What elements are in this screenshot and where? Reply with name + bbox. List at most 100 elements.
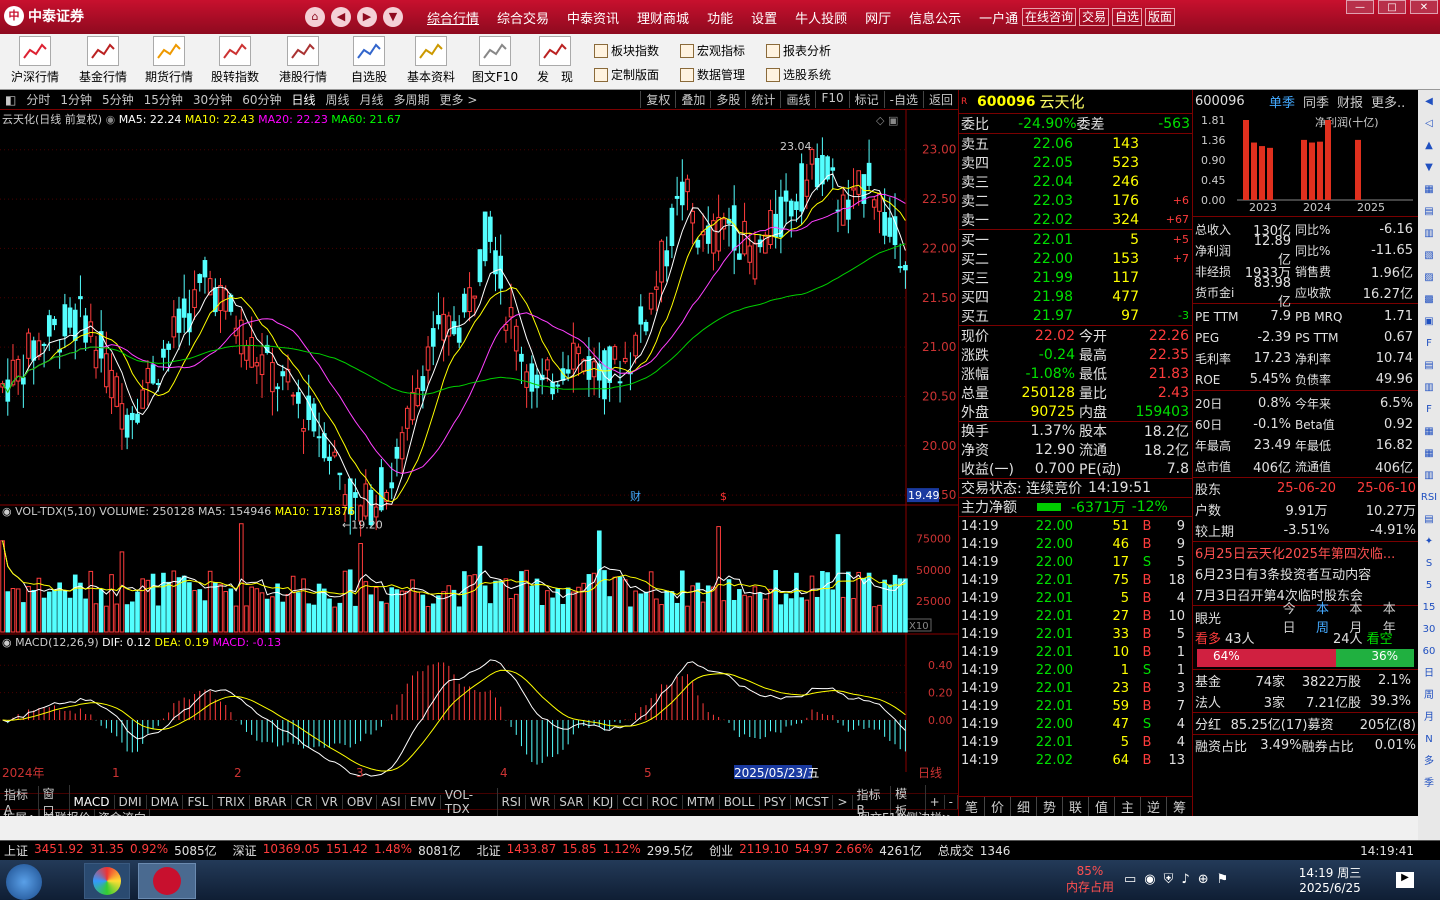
indicator-tab[interactable]: TRIX — [213, 794, 250, 809]
index-quote[interactable]: 北证 1433.87 15.85 1.12% 299.5亿 — [477, 842, 693, 859]
toolbar-button[interactable]: 期货行情 — [140, 36, 198, 85]
news-item[interactable]: 6月23日有3条投资者互动内容 — [1193, 563, 1418, 584]
indicator-tab[interactable]: FSL — [183, 794, 214, 809]
side-tool-icon[interactable]: 季 — [1420, 774, 1438, 794]
toolbar-small-button[interactable]: 定制版面 — [594, 66, 659, 83]
top-right-button[interactable]: 交易 — [1079, 8, 1110, 26]
chart-tool-button[interactable]: 返回 — [922, 91, 958, 108]
finance-tab[interactable]: 同季 — [1303, 92, 1329, 111]
show-desktop-icon[interactable]: ▶ — [1396, 872, 1414, 888]
side-tool-icon[interactable]: ▤ — [1420, 510, 1438, 530]
chart-tool-button[interactable]: 多股 — [710, 91, 745, 108]
menu-item[interactable]: 中泰资讯 — [558, 8, 628, 27]
menu-item[interactable]: 理财商城 — [628, 8, 698, 27]
side-tool-icon[interactable]: ▥ — [1420, 378, 1438, 398]
quote-tab[interactable]: 联 — [1063, 797, 1089, 816]
orderbook-row[interactable]: 卖二 22.03 176 +6 — [959, 191, 1192, 210]
indicator-tab[interactable]: > — [833, 794, 853, 809]
period-tab[interactable]: 分时 — [21, 91, 55, 108]
browser-taskbar-icon[interactable] — [84, 863, 130, 899]
finance-marker[interactable]: 财 — [630, 489, 641, 503]
side-tool-icon[interactable]: ✦ — [1420, 532, 1438, 552]
indicator-tab[interactable]: DMA — [147, 794, 184, 809]
toolbar-button[interactable]: 图文F10 — [466, 36, 524, 85]
menu-item[interactable]: 网厅 — [856, 8, 900, 27]
chart-tool-button[interactable]: 标记 — [848, 91, 884, 108]
side-tool-icon[interactable]: N — [1420, 730, 1438, 750]
news-item[interactable]: 6月25日云天化2025年第四次临... — [1193, 542, 1418, 563]
side-tool-icon[interactable]: S — [1420, 554, 1438, 574]
back-icon[interactable]: ◀ — [331, 7, 351, 27]
indicator-tab[interactable]: VR — [317, 794, 343, 809]
index-quote[interactable]: 深证 10369.05 151.42 1.48% 8081亿 — [233, 842, 461, 859]
close-icon[interactable]: ✕ — [1410, 0, 1438, 14]
side-tool-icon[interactable]: ◀ — [1420, 92, 1438, 112]
toolbar-small-button[interactable]: 数据管理 — [680, 66, 745, 83]
indicator-tab[interactable]: MACD — [70, 794, 115, 809]
shield-icon[interactable]: ⛨ — [1164, 872, 1174, 887]
chart-tool-button[interactable]: -自选 — [883, 91, 923, 108]
side-tool-icon[interactable]: ◁ — [1420, 114, 1438, 134]
indicator-tab[interactable]: OBV — [343, 794, 378, 809]
orderbook-row[interactable]: 买五 21.97 97 -3 — [959, 306, 1192, 325]
quote-tab[interactable]: 主 — [1115, 797, 1141, 816]
indicator-tab[interactable]: SAR — [555, 794, 589, 809]
side-tool-icon[interactable]: 月 — [1420, 708, 1438, 728]
index-quote[interactable]: 创业 2119.10 54.97 2.66% 4261亿 — [709, 842, 922, 859]
indicator-tab[interactable]: ASI — [377, 794, 406, 809]
indicator-tab[interactable]: - — [945, 794, 958, 809]
top-right-button[interactable]: 自选 — [1112, 8, 1143, 26]
start-button[interactable] — [6, 864, 42, 900]
finance-tab[interactable]: 财报 — [1337, 92, 1363, 111]
indicator-tab[interactable]: BOLL — [720, 794, 760, 809]
period-tab[interactable]: 周线 — [321, 91, 355, 108]
side-tool-icon[interactable]: ▦ — [1420, 444, 1438, 464]
toolbar-button[interactable]: 沪深行情 — [6, 36, 64, 85]
top-right-button[interactable]: 版面 — [1145, 8, 1176, 26]
indicator-tab[interactable]: MTM — [683, 794, 720, 809]
quote-tab[interactable]: 笔 — [959, 797, 985, 816]
kline-chart[interactable]: 23.0022.5022.0021.5021.0020.5020.0019.50… — [0, 110, 958, 794]
menu-item[interactable]: 牛人投顾 — [786, 8, 856, 27]
volume-icon[interactable]: ♪ — [1181, 872, 1189, 887]
toolbar-small-button[interactable]: 选股系统 — [766, 66, 831, 83]
toolbar-button[interactable]: 发 现 — [526, 36, 584, 85]
menu-item[interactable]: 设置 — [742, 8, 786, 27]
quote-tab[interactable]: 筹 — [1167, 797, 1193, 816]
side-tool-icon[interactable]: ▧ — [1420, 246, 1438, 266]
dividend-marker[interactable]: $ — [720, 490, 727, 503]
indicator-tab[interactable]: CCI — [618, 794, 648, 809]
period-tab[interactable]: 月线 — [355, 91, 389, 108]
toolbar-button[interactable]: 基本资料 — [402, 36, 460, 85]
indicator-tab[interactable]: RSI — [498, 794, 526, 809]
quote-tab[interactable]: 细 — [1011, 797, 1037, 816]
network-icon[interactable]: ⊕ — [1198, 872, 1209, 887]
menu-item[interactable]: 综合行情 — [418, 8, 488, 27]
orderbook-row[interactable]: 买四 21.98 477 — [959, 287, 1192, 306]
toolbar-button[interactable]: 自选股 — [340, 36, 398, 85]
orderbook-row[interactable]: 买二 22.00 153 +7 — [959, 249, 1192, 268]
side-tool-icon[interactable]: ▦ — [1420, 422, 1438, 442]
side-tool-icon[interactable]: 多 — [1420, 752, 1438, 772]
chart-tool-button[interactable]: 统计 — [745, 91, 780, 108]
indicator-tab[interactable]: ROC — [648, 794, 683, 809]
minimize-icon[interactable]: — — [1346, 0, 1374, 14]
side-tool-icon[interactable]: ▥ — [1420, 224, 1438, 244]
side-tool-icon[interactable]: 15 — [1420, 598, 1438, 618]
chart-tool-button[interactable]: F10 — [815, 91, 848, 108]
side-tool-icon[interactable]: 周 — [1420, 686, 1438, 706]
period-tab[interactable]: 15分钟 — [139, 91, 188, 108]
side-tool-icon[interactable]: RSI — [1420, 488, 1438, 508]
orderbook-row[interactable]: 卖三 22.04 246 — [959, 172, 1192, 191]
toolbar-button[interactable]: 股转指数 — [206, 36, 264, 85]
side-tool-icon[interactable]: 5 — [1420, 576, 1438, 596]
chart-tool-button[interactable]: 叠加 — [675, 91, 710, 108]
menu-item[interactable]: 功能 — [698, 8, 742, 27]
maximize-icon[interactable]: □ — [1378, 0, 1406, 14]
side-tool-icon[interactable]: 日 — [1420, 664, 1438, 684]
orderbook-row[interactable]: 卖一 22.02 324 +67 — [959, 210, 1192, 229]
quote-tab[interactable]: 逆 — [1141, 797, 1167, 816]
trading-app-taskbar-icon[interactable] — [138, 863, 196, 899]
side-tool-icon[interactable]: ▼ — [1420, 158, 1438, 178]
orderbook-row[interactable]: 买三 21.99 117 — [959, 268, 1192, 287]
